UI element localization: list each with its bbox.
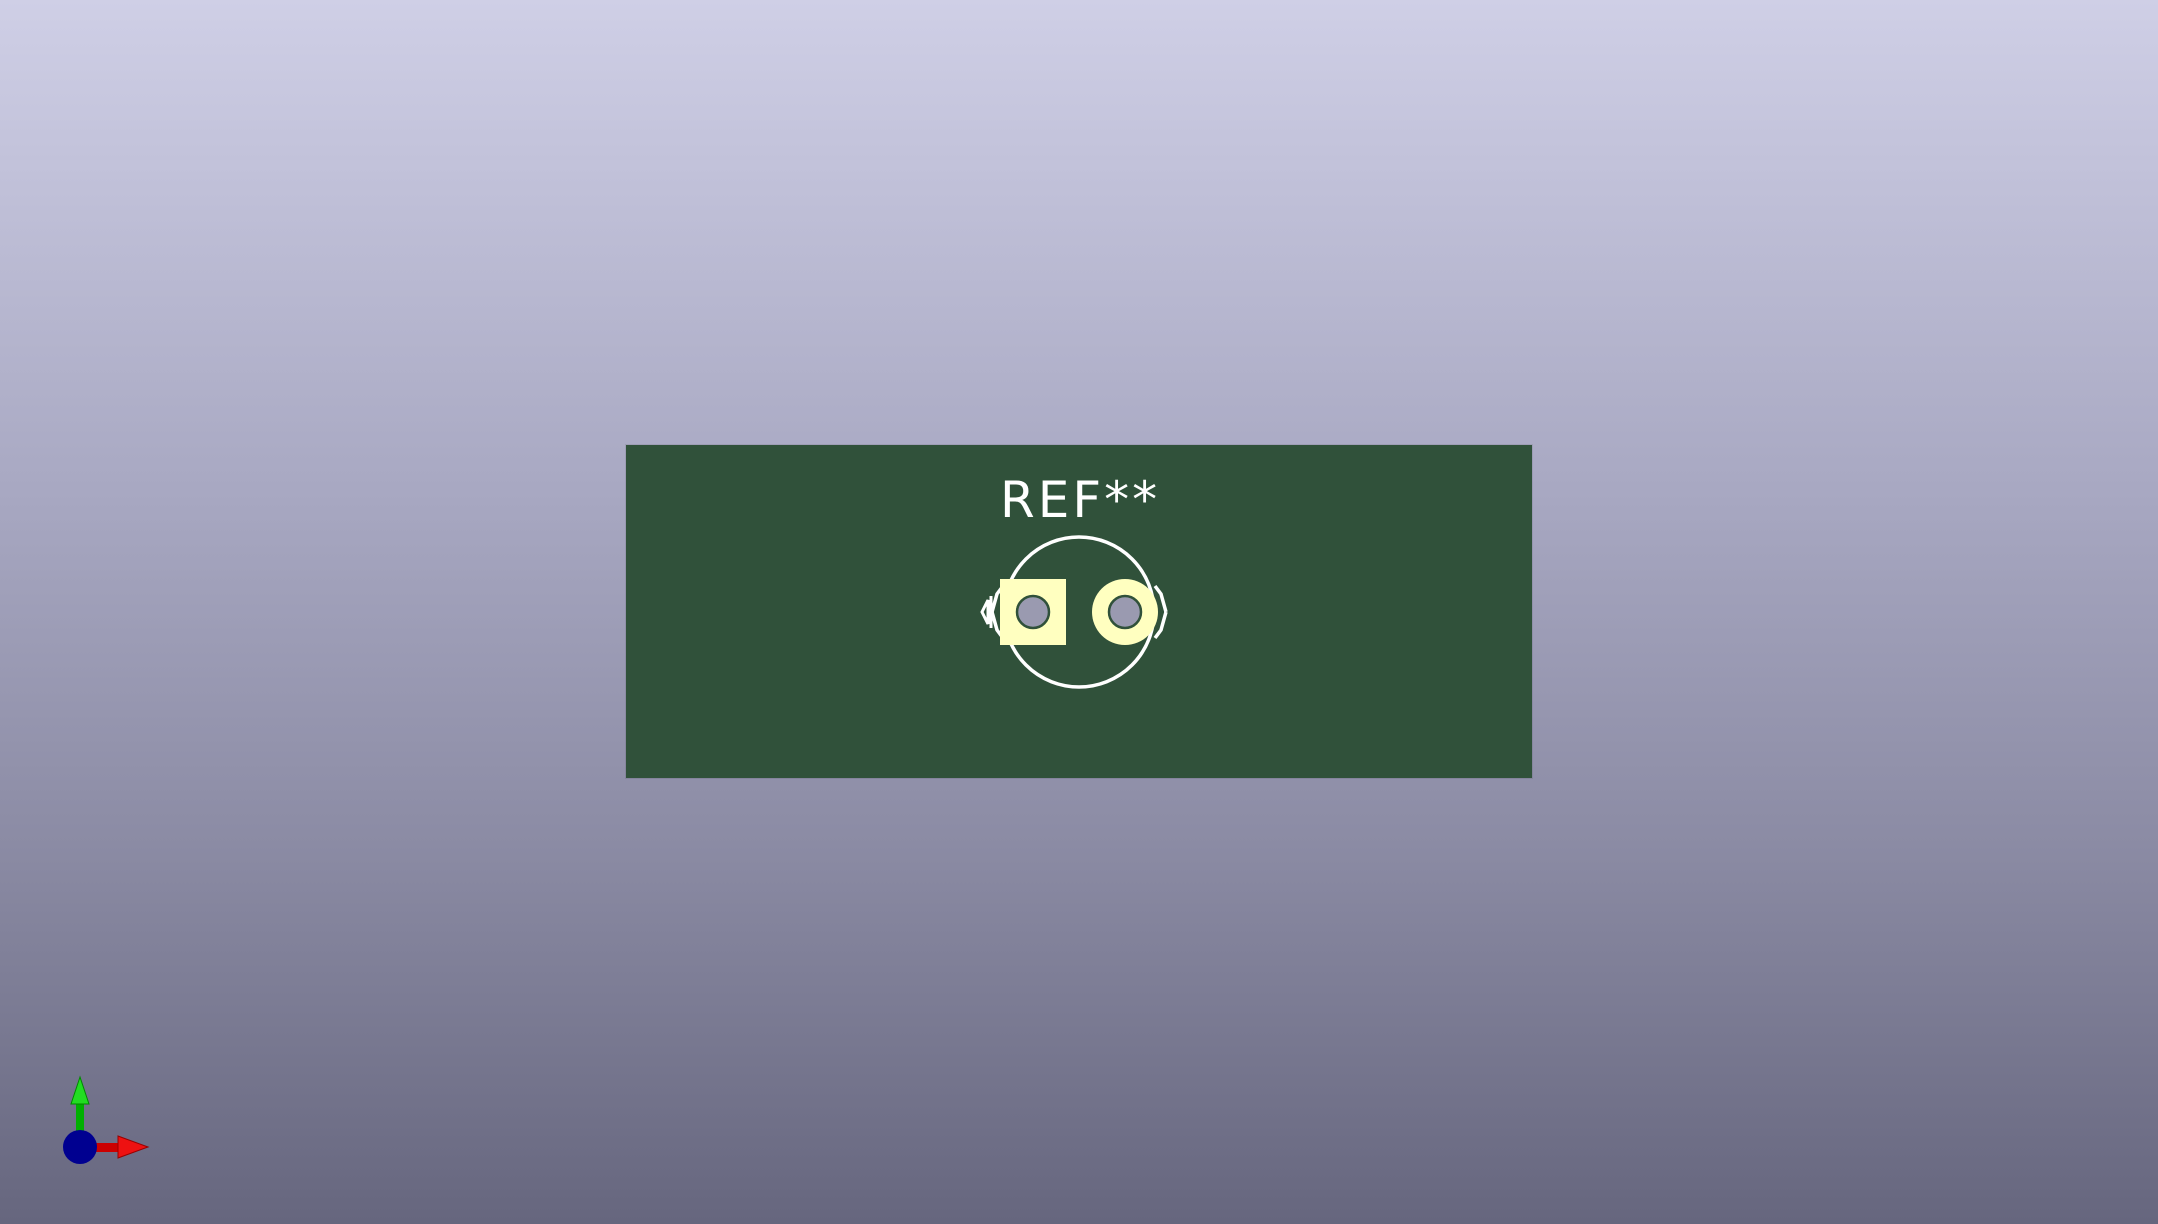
led-footprint [980,535,1168,689]
y-axis-arrow-icon [70,1075,90,1132]
pad-2-round [1092,579,1158,645]
3d-viewport[interactable]: REF** [0,0,2158,1224]
axes-orientation-icon [63,1075,150,1164]
pad-1-square [1000,579,1066,645]
z-axis-sphere-icon [63,1130,97,1164]
